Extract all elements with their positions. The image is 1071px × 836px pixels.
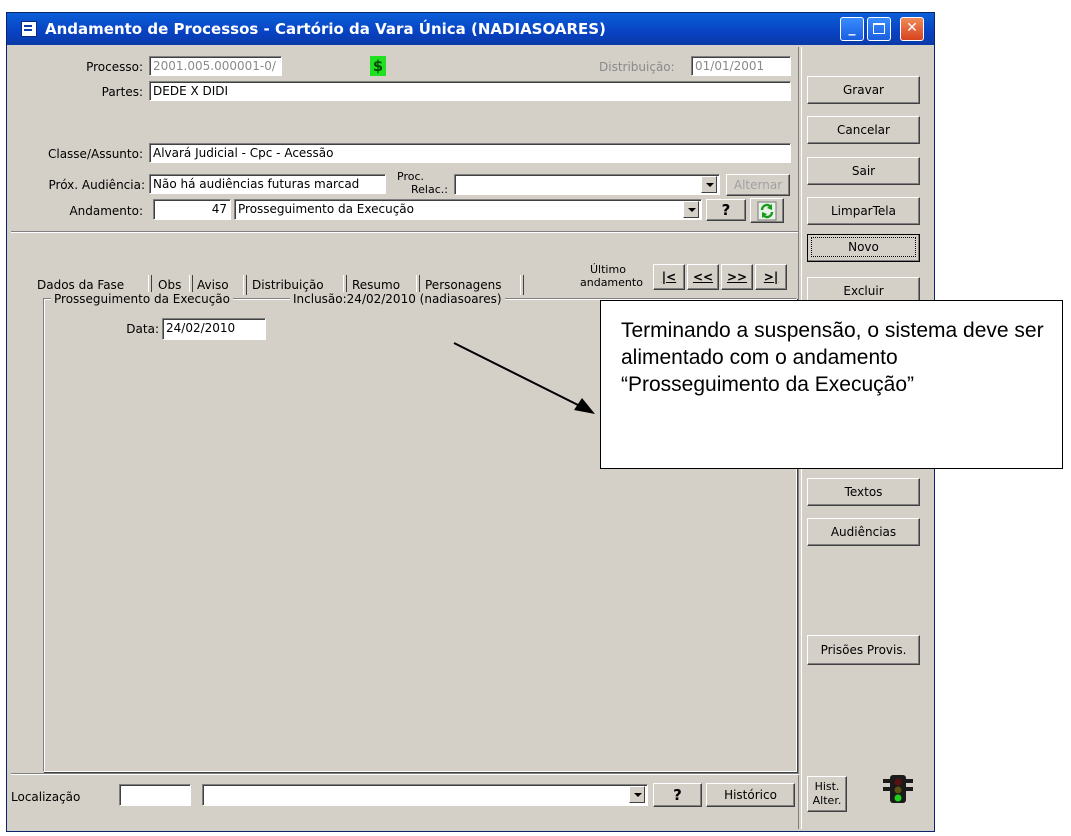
processo-label: Processo: bbox=[86, 60, 143, 74]
novo-button[interactable]: Novo bbox=[807, 234, 920, 262]
tab-resumo[interactable]: Resumo bbox=[352, 278, 400, 292]
gravar-button[interactable]: Gravar bbox=[807, 76, 920, 104]
hist-alter-button[interactable]: Hist. Alter. bbox=[807, 776, 847, 812]
partes-label: Partes: bbox=[101, 85, 143, 99]
limpar-tela-label: LimparTela bbox=[831, 204, 896, 218]
window-title: Andamento de Processos - Cartório da Var… bbox=[45, 20, 606, 38]
classe-label: Classe/Assunto: bbox=[47, 147, 143, 161]
dollar-icon[interactable]: $ bbox=[370, 56, 386, 76]
alternar-label: Alternar bbox=[733, 178, 783, 192]
next-record-button[interactable]: >> bbox=[721, 264, 753, 290]
sair-button[interactable]: Sair bbox=[807, 157, 920, 185]
tab-divider bbox=[520, 275, 524, 295]
tab-distribuicao[interactable]: Distribuição bbox=[252, 278, 324, 292]
previous-record-button[interactable]: << bbox=[687, 264, 719, 290]
ultimo-andamento-label-2: andamento bbox=[580, 276, 643, 289]
audiencias-button[interactable]: Audiências bbox=[807, 518, 920, 546]
alternar-button[interactable]: Alternar bbox=[726, 174, 790, 196]
annotation-callout: Terminando a suspensão, o sistema deve s… bbox=[600, 300, 1063, 469]
group-title: Prosseguimento da Execução bbox=[51, 292, 233, 306]
andamento-code-field[interactable]: 47 bbox=[153, 199, 231, 220]
maximize-button[interactable] bbox=[867, 17, 891, 41]
localizacao-code-field[interactable] bbox=[119, 784, 191, 806]
andamento-dropdown-icon[interactable] bbox=[683, 201, 699, 218]
localizacao-help-button[interactable]: ? bbox=[653, 783, 702, 807]
andamento-help-button[interactable]: ? bbox=[706, 199, 746, 221]
prisoes-provis-label: Prisões Provis. bbox=[820, 643, 907, 657]
cancelar-label: Cancelar bbox=[837, 123, 890, 137]
first-record-icon: |< bbox=[661, 270, 677, 284]
cancelar-button[interactable]: Cancelar bbox=[807, 116, 920, 144]
proc-relac-label-2: Relac.: bbox=[411, 183, 448, 196]
annotation-arrow bbox=[453, 342, 595, 414]
localizacao-label: Localização bbox=[11, 790, 81, 804]
andamento-label: Andamento: bbox=[69, 204, 143, 218]
partes-field[interactable]: DEDE X DIDI bbox=[149, 81, 791, 101]
historico-button[interactable]: Histórico bbox=[706, 783, 795, 807]
prox-audiencia-label: Próx. Audiência: bbox=[48, 178, 145, 192]
data-field[interactable]: 24/02/2010 bbox=[162, 318, 266, 340]
refresh-icon bbox=[757, 201, 777, 221]
prox-audiencia-field[interactable]: Não há audiências futuras marcad bbox=[149, 174, 386, 194]
proc-relac-label-1: Proc. bbox=[397, 170, 424, 183]
prisoes-provis-button[interactable]: Prisões Provis. bbox=[807, 635, 920, 665]
traffic-light-icon[interactable] bbox=[881, 773, 915, 805]
tab-dados-da-fase[interactable]: Dados da Fase bbox=[37, 278, 124, 292]
data-label: Data: bbox=[126, 322, 159, 336]
help-icon: ? bbox=[721, 201, 731, 219]
processo-field[interactable]: 2001.005.000001-0/ bbox=[149, 56, 282, 76]
limpar-tela-button[interactable]: LimparTela bbox=[807, 197, 920, 225]
refresh-button[interactable] bbox=[750, 198, 784, 223]
maximize-icon bbox=[868, 22, 890, 38]
next-record-icon: >> bbox=[726, 270, 748, 284]
tab-personagens[interactable]: Personagens bbox=[425, 278, 502, 292]
tab-aviso[interactable]: Aviso bbox=[197, 278, 229, 292]
hist-alter-label-1: Hist. bbox=[814, 780, 840, 793]
classe-field[interactable]: Alvará Judicial - Cpc - Acessão bbox=[149, 143, 791, 163]
historico-label: Histórico bbox=[724, 788, 777, 802]
inclusao-info: Inclusão:24/02/2010 (nadiasoares) bbox=[290, 292, 505, 306]
previous-record-icon: << bbox=[692, 270, 714, 284]
sair-label: Sair bbox=[851, 164, 876, 178]
andamento-select[interactable]: Prosseguimento da Execução bbox=[234, 199, 702, 220]
ultimo-andamento-label-1: Último bbox=[590, 263, 626, 276]
proc-relac-select[interactable] bbox=[454, 174, 720, 195]
help-icon: ? bbox=[673, 786, 682, 804]
textos-button[interactable]: Textos bbox=[807, 478, 920, 506]
header-separator bbox=[11, 231, 799, 232]
hist-alter-label-2: Alter. bbox=[812, 794, 842, 807]
localizacao-dropdown-icon[interactable] bbox=[629, 786, 645, 803]
gravar-label: Gravar bbox=[843, 83, 884, 97]
distribuicao-field[interactable]: 01/01/2001 bbox=[691, 56, 791, 76]
title-bar: Andamento de Processos - Cartório da Var… bbox=[7, 13, 934, 45]
audiencias-label: Audiências bbox=[830, 525, 897, 539]
novo-label: Novo bbox=[811, 237, 916, 257]
close-icon: ✕ bbox=[906, 20, 918, 36]
first-record-button[interactable]: |< bbox=[653, 264, 685, 290]
localizacao-select[interactable] bbox=[202, 784, 648, 806]
minimize-button[interactable]: _ bbox=[840, 17, 864, 41]
footer-separator bbox=[11, 773, 799, 774]
app-icon bbox=[21, 21, 37, 37]
close-button[interactable]: ✕ bbox=[900, 17, 924, 41]
tab-divider bbox=[243, 275, 247, 295]
proc-relac-dropdown-icon[interactable] bbox=[701, 176, 717, 193]
textos-label: Textos bbox=[844, 485, 883, 499]
distribuicao-label: Distribuição: bbox=[599, 60, 675, 74]
last-record-icon: >| bbox=[763, 270, 779, 284]
last-record-button[interactable]: >| bbox=[755, 264, 787, 290]
minimize-icon: _ bbox=[848, 20, 856, 36]
tab-obs[interactable]: Obs bbox=[158, 278, 181, 292]
